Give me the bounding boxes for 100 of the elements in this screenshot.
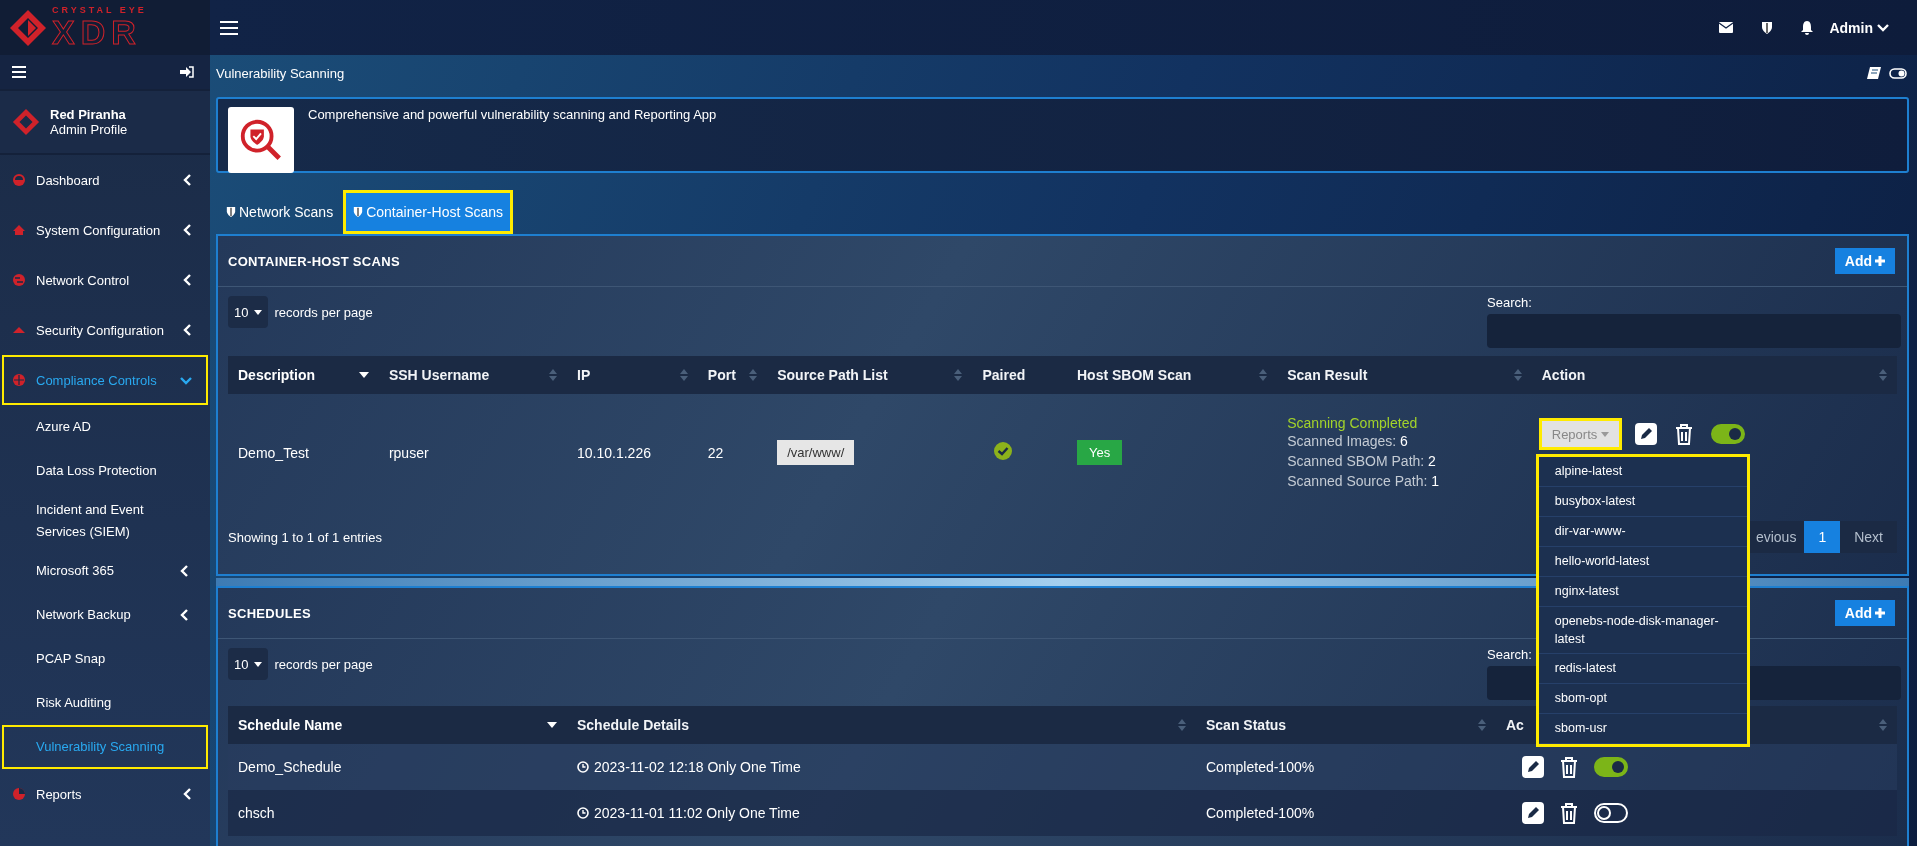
page-title: Vulnerability Scanning [216,65,345,81]
column-header[interactable]: Port [697,356,768,394]
sidebar-subitem[interactable]: Network Backup [2,593,208,637]
scan-detail: Scanned Images: 6 [1287,431,1409,451]
table-cell: 22 [697,394,768,511]
sort-icon [1879,369,1887,381]
menu-item[interactable]: dir-var-www- [1538,517,1747,547]
entries-info: Showing 1 to 1 of 1 entries [228,529,382,545]
search-field[interactable] [1487,314,1901,348]
table-cell: Completed-100% [1196,744,1496,790]
table-cell: chsch [228,790,567,836]
sidebar-subitem[interactable]: PCAP Snap [2,637,208,681]
column-header[interactable]: Host SBOM Scan [1067,356,1278,394]
logo-icon [8,7,48,48]
column-header[interactable]: Description [228,356,379,394]
plus-icon [1875,256,1885,266]
sidebar-item[interactable]: Compliance Controls [2,355,208,405]
search-label: Search: [1487,295,1533,310]
table-cell: 10.10.1.226 [567,394,698,511]
sign-out-icon[interactable] [180,66,194,78]
clock-icon [577,761,589,773]
table-cell: Demo_Schedule [228,744,567,790]
mail-icon[interactable] [1719,22,1734,33]
profile-role: Admin Profile [50,122,128,137]
scan-detail: Scanned Source Path: 1 [1287,471,1441,491]
house-icon [12,223,26,237]
page-size-select[interactable]: 10 [228,296,269,328]
brand-name: XDR [52,15,143,49]
plus-icon [1875,608,1885,618]
tab[interactable]: Network Scans [216,190,344,234]
edit-icon[interactable] [1522,756,1544,778]
edit-icon[interactable] [1635,423,1658,445]
column-header[interactable]: Action [1531,356,1897,394]
menu-item[interactable]: nginx-latest [1538,577,1747,607]
column-header[interactable]: Source Path List [767,356,973,394]
column-header[interactable]: Scan Status [1196,706,1496,744]
trash-icon[interactable] [1558,756,1580,778]
table-cell: Demo_Test [228,394,379,511]
clock-icon [577,807,589,819]
sort-icon [1178,719,1186,731]
toggle-icon[interactable] [1889,67,1907,79]
sidebar-item[interactable]: Reports [2,769,208,819]
sidebar-subitem[interactable]: Data Loss Protection [2,449,208,493]
sort-icon [679,369,688,381]
schedule-details: 2023-11-01 11:02 Only One Time [594,805,800,821]
sidebar-item[interactable]: Dashboard [2,155,208,205]
user-menu[interactable]: Admin [1823,18,1895,37]
add-button[interactable]: Add [1834,248,1895,274]
sort-descending-icon [358,372,369,378]
column-header[interactable]: Schedule Name [228,706,567,744]
sidebar-subitem[interactable]: Risk Auditing [2,681,208,725]
schedule-details: 2023-11-02 12:18 Only One Time [594,759,801,775]
panel-title: CONTAINER-HOST SCANS [228,253,400,269]
next-page-button[interactable]: Next [1840,521,1897,553]
menu-item[interactable]: sbom-usr [1538,714,1747,744]
sidebar-subitem[interactable]: Azure AD [2,405,208,449]
sidebar-item[interactable]: Security Configuration [2,305,208,355]
column-header[interactable]: IP [567,356,698,394]
menu-icon[interactable] [12,66,26,78]
shield-icon[interactable] [1761,20,1774,35]
brand-tagline: CRYSTAL EYE [52,6,147,15]
bell-icon[interactable] [1801,20,1814,35]
page-button[interactable]: 1 [1804,521,1841,553]
menu-item[interactable]: hello-world-latest [1538,547,1747,577]
menu-item[interactable]: busybox-latest [1538,487,1747,517]
toggle-switch[interactable] [1711,424,1746,444]
column-header[interactable]: Scan Result [1277,356,1532,394]
edit-icon[interactable] [1522,802,1544,824]
sort-icon [749,369,758,381]
sort-icon [1879,719,1887,731]
profile-name: Red Piranha [50,107,127,122]
toggle-switch[interactable] [1594,757,1628,777]
sort-icon [1259,369,1268,381]
scan-detail: Scanned SBOM Path: 2 [1287,451,1437,471]
chevron-down-icon [1877,23,1889,32]
menu-item[interactable]: redis-latest [1538,654,1747,684]
sidebar-item[interactable]: Network Control [2,255,208,305]
sort-icon [954,369,963,381]
tab[interactable]: Container-Host Scans [343,190,514,234]
panel-title: SCHEDULES [228,605,311,621]
column-header[interactable]: SSH Username [378,356,567,394]
gauge-icon [12,173,26,187]
page-size-label: records per page [274,656,373,672]
column-header[interactable]: Schedule Details [567,706,1196,744]
book-icon[interactable] [1867,67,1881,79]
trash-icon[interactable] [1558,802,1580,824]
menu-icon[interactable] [220,20,238,35]
menu-item[interactable]: alpine-latest [1538,457,1747,487]
sort-icon [1478,719,1486,731]
menu-item[interactable]: sbom-opt [1538,684,1747,714]
scan-status: Scanning Completed [1287,414,1419,431]
sidebar-subitem[interactable]: Microsoft 365 [2,549,208,593]
pie-chart-icon [12,787,26,801]
sidebar-subitem[interactable]: Vulnerability Scanning [2,725,208,769]
column-header[interactable]: Paired [972,356,1067,394]
sidebar-subitem[interactable]: Incident and Event Services (SIEM) [2,493,208,549]
sidebar-item[interactable]: System Configuration [2,205,208,255]
page-size-select[interactable]: 10 [228,648,269,680]
add-button[interactable]: Add [1834,600,1895,626]
menu-item[interactable]: openebs-node-disk-manager-latest [1538,607,1747,654]
